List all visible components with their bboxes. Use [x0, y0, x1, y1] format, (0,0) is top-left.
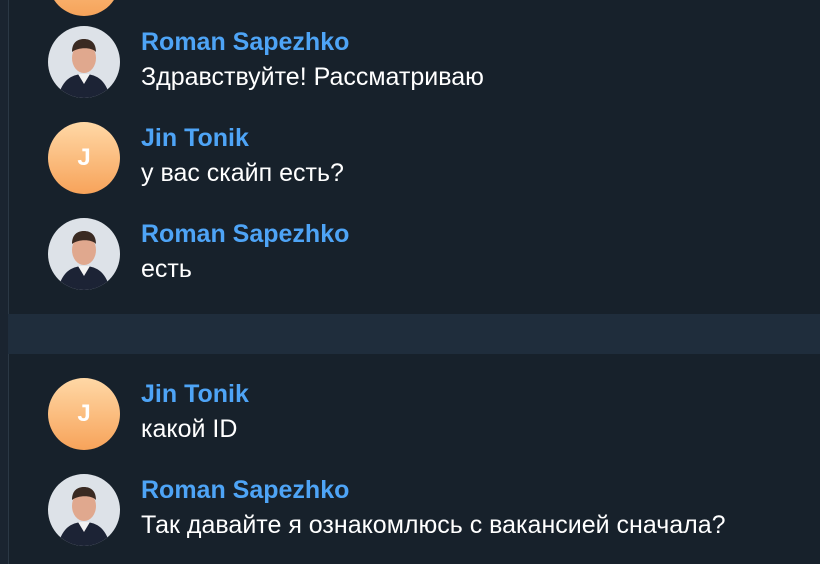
- message-item[interactable]: Roman Sapezhko есть: [48, 218, 808, 290]
- message-text: какой ID: [141, 415, 238, 443]
- message-item[interactable]: Roman Sapezhko Здравствуйте! Рассматрива…: [48, 26, 808, 98]
- profile-photo-icon: [48, 474, 120, 546]
- message-item[interactable]: Roman Sapezhko Так давайте я ознакомлюсь…: [48, 474, 808, 546]
- sender-name[interactable]: Roman Sapezhko: [141, 476, 349, 505]
- avatar-partial: [48, 0, 120, 16]
- profile-photo-icon: [48, 218, 120, 290]
- sender-name[interactable]: Roman Sapezhko: [141, 220, 349, 249]
- message-text: Так давайте я ознакомлюсь с вакансией сн…: [141, 511, 726, 539]
- sender-name[interactable]: Jin Tonik: [141, 380, 249, 409]
- message-text: есть: [141, 255, 192, 283]
- message-text: у вас скайп есть?: [141, 159, 344, 187]
- profile-photo-icon: [48, 26, 120, 98]
- avatar[interactable]: [48, 26, 120, 98]
- message-item[interactable]: J Jin Tonik какой ID: [48, 378, 808, 450]
- avatar[interactable]: J: [48, 378, 120, 450]
- message-text: Здравствуйте! Рассматриваю: [141, 63, 484, 91]
- message-item[interactable]: J Jin Tonik у вас скайп есть?: [48, 122, 808, 194]
- avatar[interactable]: [48, 474, 120, 546]
- avatar[interactable]: J: [48, 122, 120, 194]
- date-separator: [8, 314, 820, 354]
- sender-name[interactable]: Roman Sapezhko: [141, 28, 349, 57]
- avatar[interactable]: [48, 218, 120, 290]
- chat-list-edge: [0, 0, 9, 564]
- sender-name[interactable]: Jin Tonik: [141, 124, 249, 153]
